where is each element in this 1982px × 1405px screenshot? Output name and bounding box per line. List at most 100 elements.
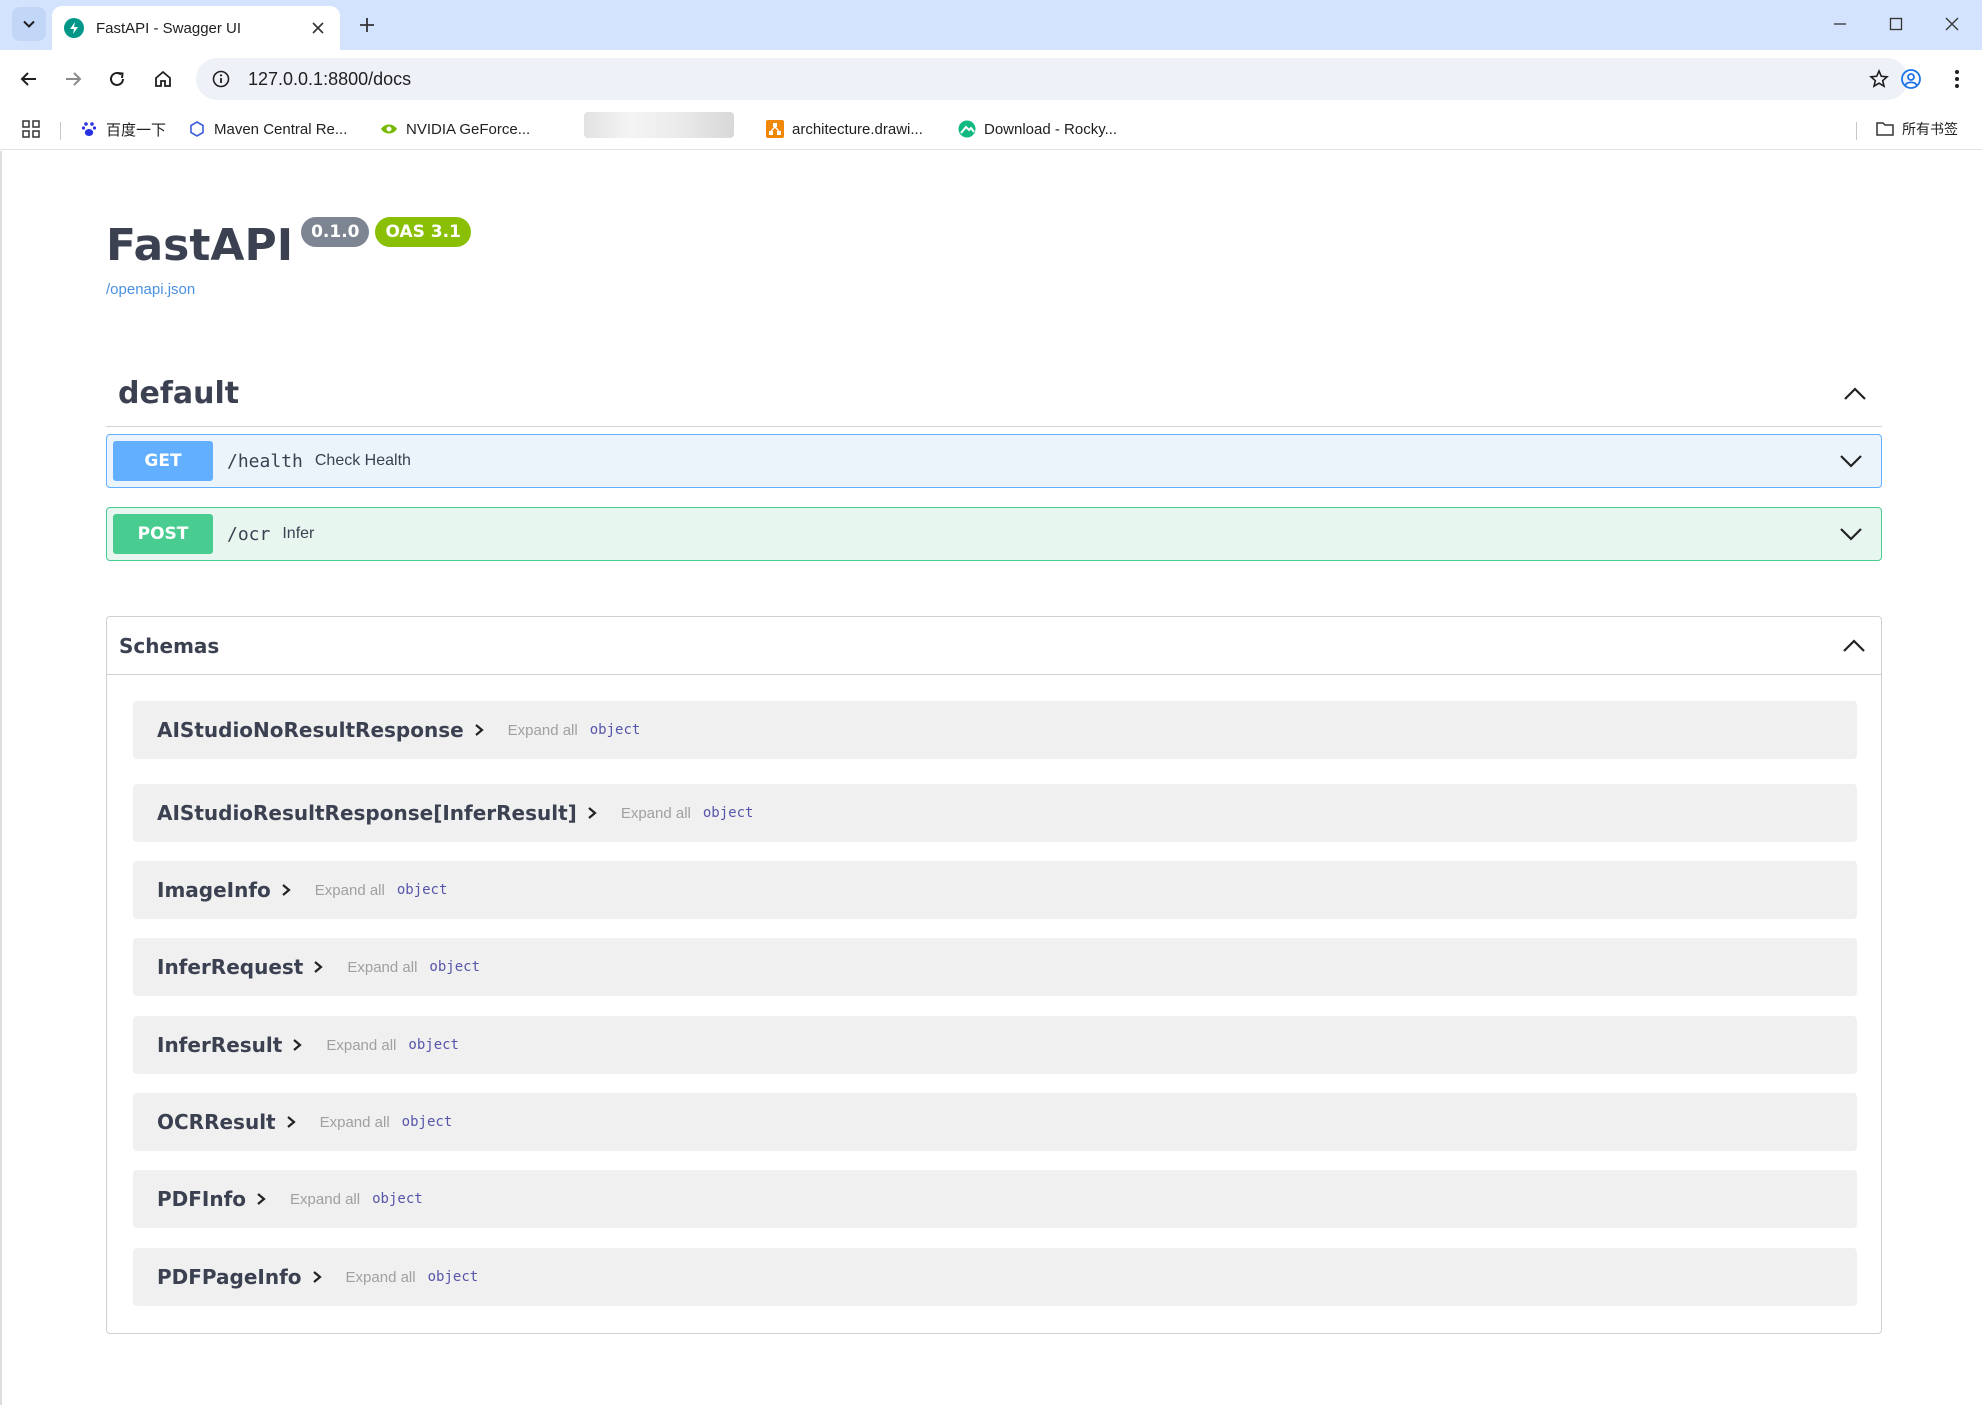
maximize-button[interactable] (1874, 6, 1918, 42)
schema-name[interactable]: InferRequest (157, 955, 303, 979)
expand-all-link[interactable]: Expand all (508, 722, 578, 739)
bookmark-label: NVIDIA GeForce... (406, 120, 531, 138)
chevron-down-icon[interactable] (1833, 516, 1869, 552)
schemas-section: Schemas AIStudioNoResultResponse Expand … (106, 616, 1882, 1334)
profile-button[interactable] (1894, 62, 1928, 96)
home-button[interactable] (146, 62, 180, 96)
all-bookmarks-button[interactable]: 所有书签 (1876, 116, 1958, 142)
schema-name[interactable]: AIStudioResultResponse[InferResult] (157, 801, 577, 825)
new-tab-button[interactable] (352, 10, 382, 40)
close-icon (1945, 17, 1959, 31)
address-bar[interactable]: 127.0.0.1:8800/docs (196, 58, 1908, 100)
chevron-right-icon[interactable] (279, 883, 293, 897)
bookmark-maven[interactable]: Maven Central Re... (188, 116, 347, 142)
schema-row[interactable]: ImageInfo Expand all object (133, 861, 1857, 919)
hexagon-icon (188, 120, 206, 138)
method-badge: GET (113, 441, 213, 481)
tab-close-icon[interactable] (306, 16, 330, 40)
chevron-right-icon[interactable] (310, 1270, 324, 1284)
browser-menu-button[interactable] (1940, 62, 1974, 96)
schema-type: object (589, 722, 641, 738)
drawio-icon (766, 120, 784, 138)
operation-post-ocr[interactable]: POST /ocr Infer (106, 507, 1882, 561)
close-window-button[interactable] (1930, 6, 1974, 42)
bookmark-drawio[interactable]: architecture.drawi... (766, 116, 923, 142)
schema-name[interactable]: ImageInfo (157, 878, 271, 902)
bookmark-star-icon[interactable] (1864, 64, 1894, 94)
tab-title: FastAPI - Swagger UI (96, 19, 242, 37)
chevron-down-icon[interactable] (1833, 443, 1869, 479)
schema-row[interactable]: OCRResult Expand all object (133, 1093, 1857, 1151)
expand-all-link[interactable]: Expand all (315, 882, 385, 899)
reload-icon (110, 71, 124, 86)
tag-name: default (118, 376, 240, 411)
browser-tab-active[interactable]: FastAPI - Swagger UI (52, 6, 340, 50)
operation-summary: Check Health (314, 452, 411, 469)
nvidia-eye-icon (380, 120, 398, 138)
schema-name[interactable]: PDFInfo (157, 1187, 246, 1211)
chevron-up-icon[interactable] (1840, 379, 1870, 409)
minimize-button[interactable] (1818, 6, 1862, 42)
maximize-icon (1889, 17, 1903, 31)
reload-button[interactable] (100, 62, 134, 96)
expand-all-link[interactable]: Expand all (320, 1114, 390, 1131)
bookmark-label: 百度一下 (106, 121, 167, 139)
bookmark-separator (60, 122, 61, 140)
schemas-title: Schemas (119, 633, 220, 658)
expand-all-link[interactable]: Expand all (346, 1269, 416, 1286)
back-button[interactable] (12, 62, 46, 96)
arrow-right-icon (66, 72, 82, 86)
schema-row[interactable]: AIStudioResultResponse[InferResult] Expa… (133, 784, 1857, 842)
chevron-right-icon[interactable] (254, 1192, 268, 1206)
apps-grid-icon (22, 120, 40, 138)
chevron-right-icon[interactable] (472, 723, 486, 737)
openapi-json-link[interactable]: /openapi.json (106, 281, 195, 298)
apps-button[interactable] (22, 116, 40, 142)
schema-type: object (408, 1037, 459, 1053)
tag-header[interactable]: default (106, 361, 1882, 427)
chevron-right-icon[interactable] (311, 960, 325, 974)
schema-row[interactable]: PDFInfo Expand all object (133, 1170, 1857, 1228)
chevron-right-icon[interactable] (290, 1038, 304, 1052)
browser-tab-bar: FastAPI - Swagger UI (0, 0, 1982, 50)
all-bookmarks-label: 所有书签 (1902, 121, 1958, 137)
schema-name[interactable]: InferResult (157, 1033, 282, 1057)
bookmark-baidu[interactable]: 百度一下 (80, 116, 166, 142)
schema-row[interactable]: AIStudioNoResultResponse Expand all obje… (133, 701, 1857, 759)
schema-name[interactable]: OCRResult (157, 1110, 276, 1134)
schema-row[interactable]: InferResult Expand all object (133, 1016, 1857, 1074)
url-text[interactable]: 127.0.0.1:8800/docs (248, 69, 1864, 90)
folder-icon (1876, 120, 1894, 138)
chevron-right-icon[interactable] (284, 1115, 298, 1129)
bookmark-nvidia[interactable]: NVIDIA GeForce... (380, 116, 530, 142)
schema-row[interactable]: PDFPageInfo Expand all object (133, 1248, 1857, 1306)
chevron-up-icon[interactable] (1839, 631, 1869, 661)
home-icon (155, 70, 171, 87)
version-badge: 0.1.0 (301, 217, 370, 247)
operation-path: /ocr (227, 523, 271, 545)
expand-all-link[interactable]: Expand all (621, 805, 691, 822)
chevron-down-icon (23, 20, 35, 28)
schema-name[interactable]: AIStudioNoResultResponse (157, 718, 464, 742)
bookmark-label: Maven Central Re... (214, 120, 348, 138)
rocky-icon (958, 120, 976, 138)
expand-all-link[interactable]: Expand all (290, 1191, 360, 1208)
tab-search-button[interactable] (12, 7, 46, 41)
swagger-page: FastAPI 0.1.0 OAS 3.1 /openapi.json defa… (0, 151, 1982, 1405)
schema-type: object (372, 1191, 423, 1207)
expand-all-link[interactable]: Expand all (347, 959, 417, 976)
bookmark-rocky[interactable]: Download - Rocky... (958, 116, 1117, 142)
schema-type: object (429, 959, 480, 975)
schema-row[interactable]: InferRequest Expand all object (133, 938, 1857, 996)
schemas-header[interactable]: Schemas (107, 617, 1881, 675)
tag-section-default: default (106, 361, 1882, 427)
site-info-icon[interactable] (208, 66, 234, 92)
bookmark-label: Download - Rocky... (984, 120, 1118, 138)
chevron-right-icon[interactable] (585, 806, 599, 820)
forward-button[interactable] (56, 62, 90, 96)
expand-all-link[interactable]: Expand all (326, 1037, 396, 1054)
schema-name[interactable]: PDFPageInfo (157, 1265, 302, 1289)
bookmark-separator (1856, 122, 1857, 140)
operation-get-health[interactable]: GET /health Check Health (106, 434, 1882, 488)
redacted-bookmark (584, 112, 734, 138)
